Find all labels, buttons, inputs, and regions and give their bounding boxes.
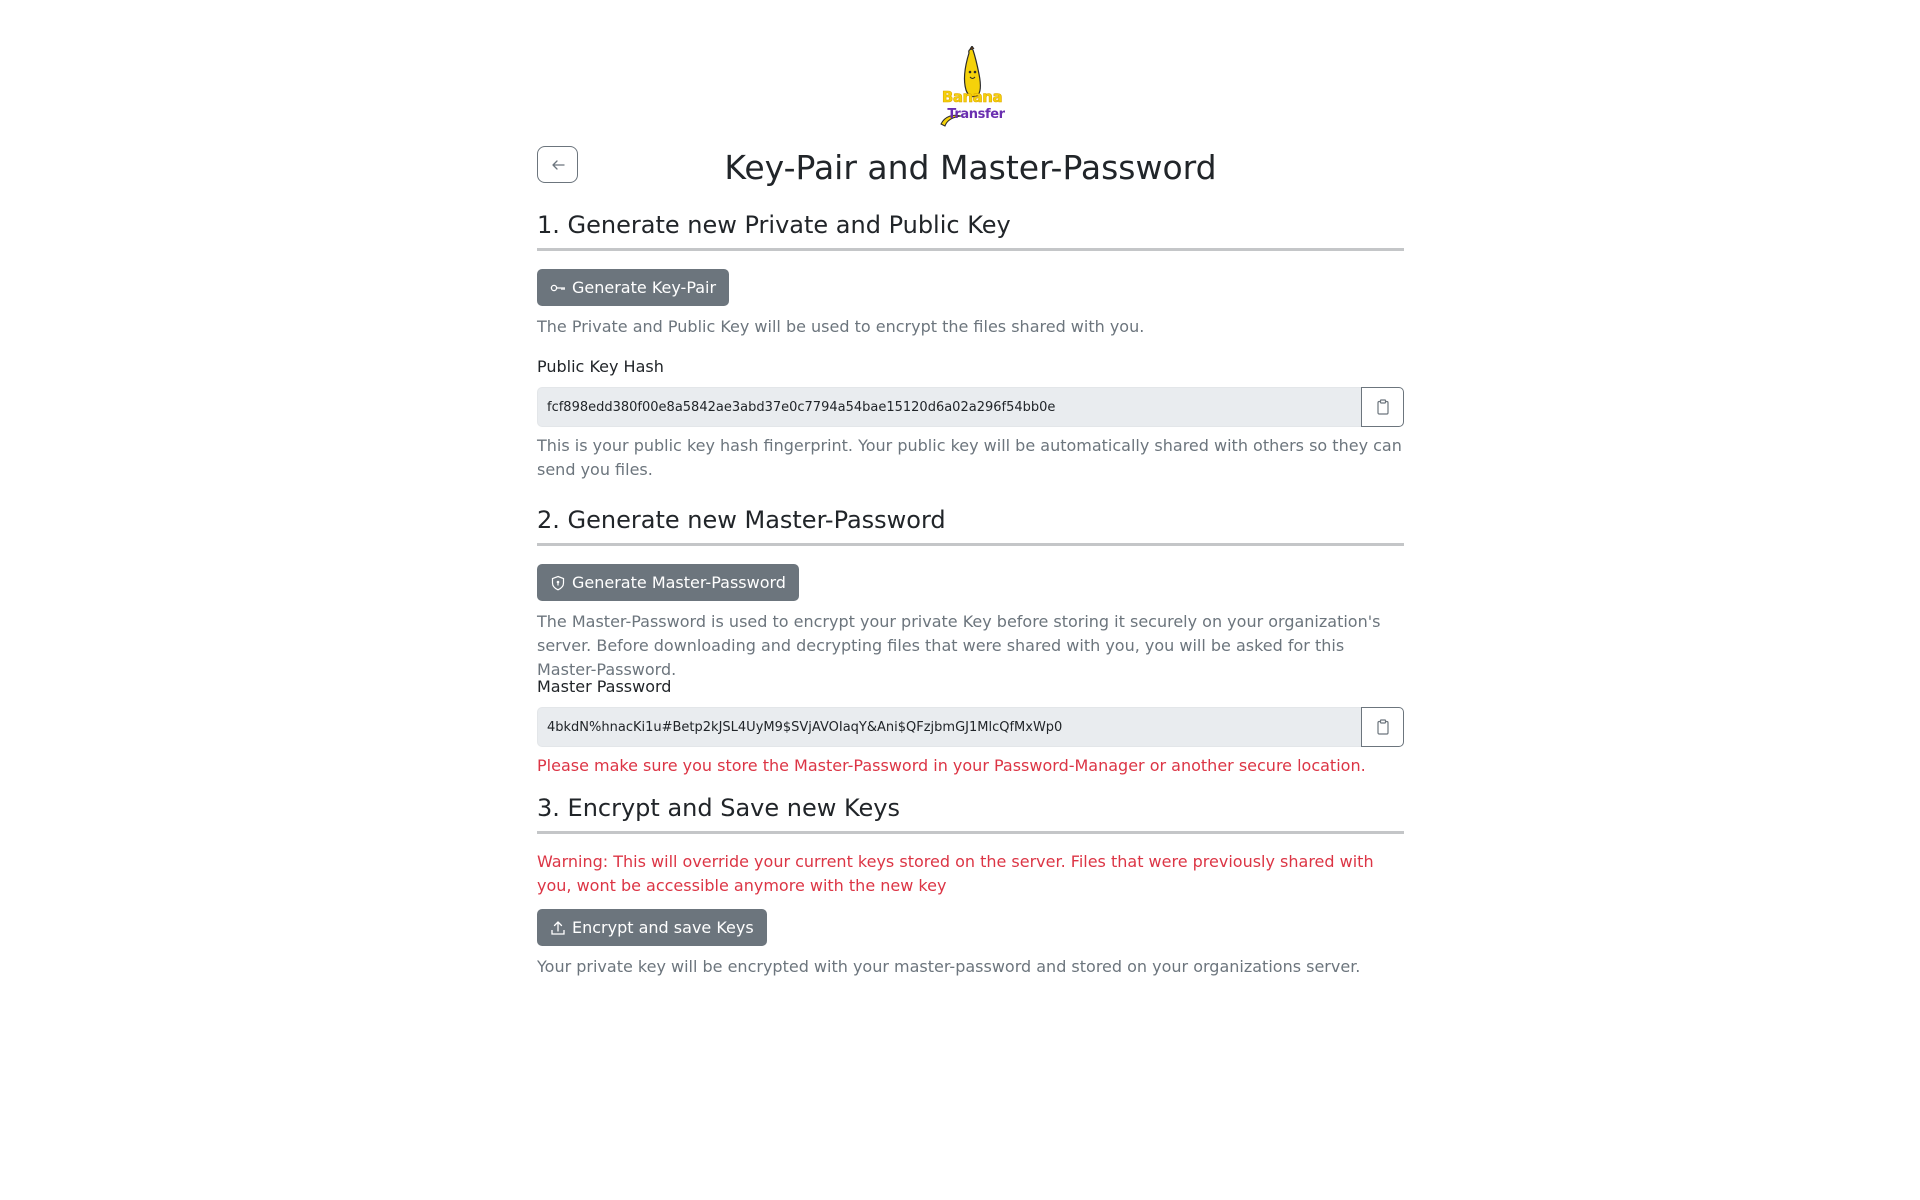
override-warning: Warning: This will override your current… — [537, 852, 1374, 895]
encrypt-save-keys-label: Encrypt and save Keys — [572, 918, 754, 937]
public-key-hash-group — [537, 387, 1404, 427]
clipboard-icon — [1376, 399, 1389, 415]
section-2-heading: 2. Generate new Master-Password — [537, 503, 1404, 546]
copy-public-key-button[interactable] — [1361, 387, 1404, 427]
shield-lock-icon — [550, 575, 566, 591]
encrypt-save-keys-button[interactable]: Encrypt and save Keys — [537, 909, 767, 946]
master-password-group — [537, 707, 1404, 747]
copy-master-password-button[interactable] — [1361, 707, 1404, 747]
master-password-field[interactable] — [537, 707, 1361, 747]
master-password-label: Master Password — [537, 677, 672, 696]
page: Banana Transfer Key-Pair and Master-Pass… — [0, 0, 1920, 1200]
page-title: Key-Pair and Master-Password — [724, 148, 1217, 187]
clipboard-icon — [1376, 719, 1389, 735]
generate-key-pair-label: Generate Key-Pair — [572, 278, 717, 297]
generate-master-password-button[interactable]: Generate Master-Password — [537, 564, 799, 601]
generate-key-pair-button[interactable]: Generate Key-Pair — [537, 269, 730, 306]
section-1-description: The Private and Public Key will be used … — [537, 317, 1145, 336]
section-3-description: Your private key will be encrypted with … — [537, 957, 1361, 976]
section-3-heading: 3. Encrypt and Save new Keys — [537, 791, 1404, 834]
brand-word-1: Banana — [941, 88, 1003, 107]
public-key-hash-label: Public Key Hash — [537, 357, 664, 376]
generate-master-password-label: Generate Master-Password — [572, 573, 786, 592]
master-password-warning: Please make sure you store the Master-Pa… — [537, 756, 1366, 775]
brand-logo: Banana Transfer — [937, 46, 1007, 130]
public-key-hash-field[interactable] — [537, 387, 1361, 427]
section-1-heading: 1. Generate new Private and Public Key — [537, 208, 1404, 251]
key-icon — [550, 280, 566, 296]
section-2-description: The Master-Password is used to encrypt y… — [537, 612, 1381, 679]
public-key-help-text: This is your public key hash fingerprint… — [537, 436, 1402, 479]
upload-icon — [550, 920, 566, 936]
brand-word-2: Transfer — [947, 107, 1005, 122]
